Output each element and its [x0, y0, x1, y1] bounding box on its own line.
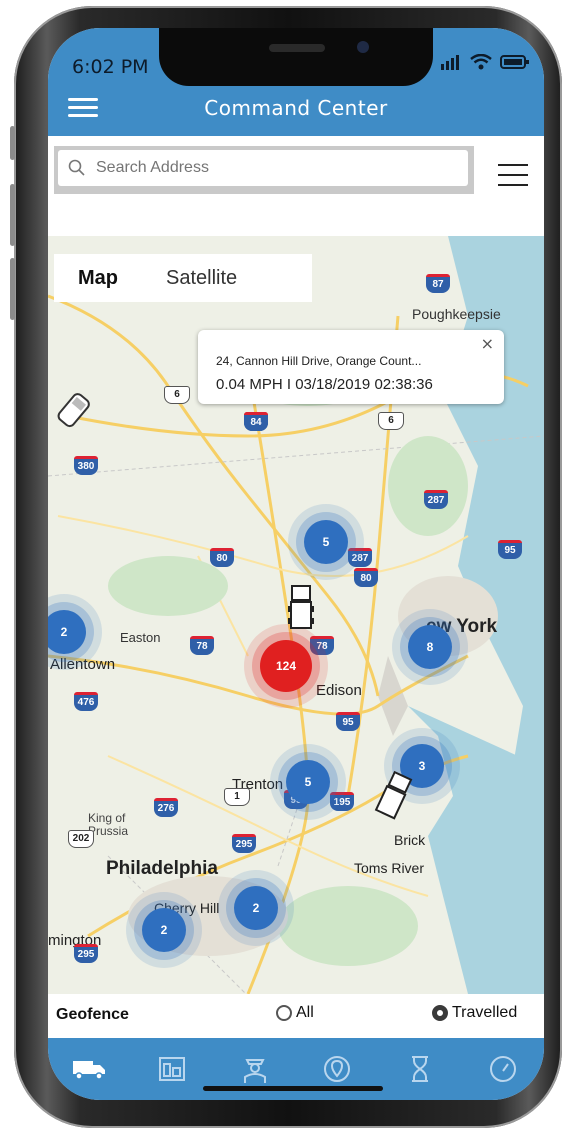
cluster-marker[interactable]: 2 [48, 594, 102, 670]
highway-shield: 87 [426, 274, 450, 293]
highway-shield: 1 [224, 788, 250, 806]
app-screen: 6:02 PM Command Center Search Address Ma… [48, 28, 544, 1100]
place-label: Brick [394, 832, 426, 848]
highway-shield: 95 [498, 540, 522, 559]
radio-travelled[interactable]: Travelled [432, 1004, 517, 1022]
front-camera [357, 41, 369, 53]
cluster-marker[interactable]: 2 [218, 870, 294, 946]
highway-shield: 78 [190, 636, 214, 655]
place-label: Easton [120, 630, 161, 645]
search-field[interactable] [58, 150, 468, 186]
truck-vehicle-icon[interactable] [374, 770, 414, 820]
cluster-count: 8 [408, 625, 452, 669]
search-box [54, 146, 474, 194]
cluster-count: 2 [142, 908, 186, 952]
popup-address: 24, Cannon Hill Drive, Orange Count... [216, 354, 422, 368]
highway-shield: 202 [68, 830, 94, 848]
truck-vehicle-icon[interactable] [286, 582, 316, 632]
radio-circle-all[interactable] [276, 1005, 292, 1021]
highway-shield: 6 [378, 412, 404, 430]
highway-shield: 6 [164, 386, 190, 404]
highway-shield: 380 [74, 456, 98, 475]
map-type-toggle: Map Satellite [54, 254, 312, 302]
vehicle-info-popup: × 24, Cannon Hill Drive, Orange Count...… [198, 330, 504, 404]
nav-locations[interactable] [317, 1049, 357, 1089]
highway-shield: 295 [74, 944, 98, 963]
nav-speed[interactable] [483, 1049, 523, 1089]
status-time: 6:02 PM [72, 56, 149, 78]
vehicle-icon[interactable] [54, 390, 98, 434]
highway-shield: 95 [336, 712, 360, 731]
tab-satellite[interactable]: Satellite [142, 267, 261, 290]
cluster-count: 5 [286, 760, 330, 804]
cluster-marker-alert[interactable]: 124 [244, 624, 328, 708]
search-input[interactable] [94, 158, 458, 178]
radio-all[interactable]: All [276, 1004, 314, 1022]
mute-switch [10, 126, 15, 160]
cluster-count: 124 [260, 640, 312, 692]
highway-shield: 276 [154, 798, 178, 817]
notch [159, 28, 433, 86]
map-view[interactable]: Map Satellite Poughkeepsie Easton Allent… [48, 236, 544, 994]
place-label: Poughkeepsie [412, 306, 501, 322]
nav-history[interactable] [400, 1049, 440, 1089]
status-icons [440, 54, 530, 70]
signal-icon [441, 55, 459, 70]
geofence-label: Geofence [56, 1006, 129, 1023]
nav-dashboard[interactable] [152, 1049, 192, 1089]
battery-icon [500, 55, 529, 69]
dashboard-icon [158, 1057, 185, 1081]
driver-icon [243, 1059, 266, 1083]
nav-vehicles[interactable] [69, 1049, 109, 1089]
cluster-marker[interactable]: 8 [392, 609, 468, 685]
place-label: Philadelphia [106, 858, 218, 879]
highway-shield: 84 [244, 412, 268, 431]
truck-icon [73, 1061, 106, 1080]
cluster-marker[interactable]: 5 [270, 744, 346, 820]
cluster-count: 2 [234, 886, 278, 930]
highway-shield: 80 [210, 548, 234, 567]
place-label: Toms River [354, 860, 425, 876]
search-row [48, 136, 544, 236]
list-view-icon[interactable] [498, 164, 528, 192]
place-label: King of Prussia [88, 811, 129, 838]
radio-travelled-label: Travelled [452, 1004, 518, 1021]
geofence-bar: Geofence All Travelled [48, 994, 544, 1038]
speaker [269, 44, 325, 52]
cluster-count: 5 [304, 520, 348, 564]
popup-speed-time: 0.04 MPH I 03/18/2019 02:38:36 [216, 376, 433, 393]
speedometer-icon [489, 1056, 516, 1082]
volume-up-button [10, 184, 15, 246]
wifi-icon [470, 54, 492, 70]
page-title: Command Center [204, 96, 388, 120]
nav-drivers[interactable] [235, 1049, 275, 1089]
home-indicator [203, 1086, 383, 1091]
highway-shield: 476 [74, 692, 98, 711]
cluster-marker[interactable]: 5 [288, 504, 364, 580]
radio-circle-travelled[interactable] [432, 1005, 448, 1021]
highway-shield: 295 [232, 834, 256, 853]
search-icon [68, 159, 85, 176]
radio-all-label: All [296, 1004, 314, 1021]
close-icon[interactable]: × [481, 334, 494, 353]
cluster-marker[interactable]: 2 [126, 892, 202, 968]
tab-map[interactable]: Map [54, 267, 142, 290]
volume-down-button [10, 258, 15, 320]
hourglass-icon [411, 1056, 428, 1082]
highway-shield: 287 [424, 490, 448, 509]
location-pin-icon [324, 1056, 351, 1082]
